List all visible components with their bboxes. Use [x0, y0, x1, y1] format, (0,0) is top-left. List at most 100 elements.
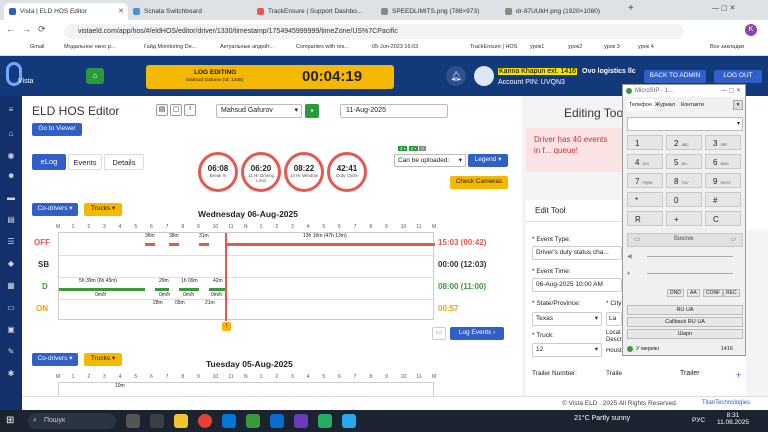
trucks-button[interactable]: Trucks ▾: [84, 203, 122, 216]
key-3[interactable]: 4 GHI: [627, 154, 663, 169]
trucks-button[interactable]: Trucks ▾: [84, 353, 122, 366]
key-12[interactable]: R: [627, 211, 663, 226]
bookmark-item[interactable]: TrackEnsure | HOS: [470, 44, 517, 50]
app-icon[interactable]: [246, 414, 260, 428]
landscape-widget-icon[interactable]: [126, 414, 140, 428]
current-position-marker[interactable]: [225, 233, 227, 321]
note-icon[interactable]: ▢: [170, 104, 182, 116]
new-tab-icon[interactable]: +: [628, 3, 634, 14]
driver-select[interactable]: Mahsud Gafurov ▾: [216, 104, 302, 118]
elog-grid[interactable]: 36m 38m 31m 13h 16m (47h 13m) 5h 39m (6h…: [58, 232, 435, 321]
camera-icon[interactable]: ⌂: [86, 68, 104, 84]
key-0[interactable]: 1: [627, 135, 663, 150]
location-icon[interactable]: ◆: [7, 260, 15, 268]
user-avatar[interactable]: [474, 66, 494, 86]
state-select[interactable]: Texas ▾: [532, 312, 602, 326]
conf-button[interactable]: CONF: [703, 289, 724, 297]
key-1[interactable]: 2 ABC: [666, 135, 702, 150]
lock-icon[interactable]: ▪: [305, 104, 319, 118]
callback-button[interactable]: Callback RU UA: [627, 317, 743, 327]
key-14[interactable]: C: [705, 211, 741, 226]
co-drivers-button[interactable]: Co-drivers ▾: [32, 353, 78, 366]
aa-button[interactable]: AA: [687, 289, 700, 297]
video-icon[interactable]: ▭: [634, 235, 641, 243]
edge-icon[interactable]: [222, 414, 236, 428]
speaker-volume[interactable]: ◀: [627, 253, 743, 261]
date-input[interactable]: 11-Aug-2025: [340, 104, 448, 118]
go-to-viewer-button[interactable]: Go to Viewer: [32, 123, 82, 136]
comment-icon[interactable]: ▭: [432, 327, 446, 340]
id-card-icon[interactable]: ▭: [7, 304, 15, 312]
windows-start-icon[interactable]: ⊞: [6, 415, 18, 427]
bookmark-item[interactable]: урок1: [530, 44, 544, 50]
profile-avatar[interactable]: K: [745, 24, 757, 36]
location-input[interactable]: Houston, TX, US: [606, 348, 622, 358]
window-controls[interactable]: — ▢ ✕: [721, 85, 741, 97]
reload-icon[interactable]: ⟳: [38, 24, 46, 35]
driving-segment[interactable]: [155, 288, 169, 291]
app-icon[interactable]: [294, 414, 308, 428]
mic-volume[interactable]: ♦: [627, 270, 743, 278]
dial-input[interactable]: ▾: [627, 117, 743, 131]
file-explorer-icon[interactable]: [174, 414, 188, 428]
users-icon[interactable]: ☻: [7, 172, 15, 180]
legend-button[interactable]: Legend ▾: [468, 154, 508, 167]
report-icon[interactable]: ▦: [7, 282, 15, 290]
elog-grid[interactable]: 10m: [58, 382, 434, 396]
tab-trackensure[interactable]: TrackEnsure | Support Dashbo...: [252, 3, 376, 20]
menu-dropdown-icon[interactable]: ▾: [733, 100, 743, 110]
driving-segment[interactable]: [209, 288, 225, 291]
list-icon[interactable]: ☰: [7, 238, 15, 246]
key-9[interactable]: *: [627, 192, 663, 207]
globe-icon[interactable]: ◉: [7, 152, 15, 160]
home-icon[interactable]: ⌂: [7, 130, 15, 138]
back-to-admin-button[interactable]: BACK TO ADMIN: [644, 70, 706, 83]
tab-details[interactable]: Details: [104, 154, 144, 170]
tab-speedlimits[interactable]: SPEEDLIMITS.png (788×973): [376, 3, 500, 20]
phone-app-icon[interactable]: [318, 414, 332, 428]
key-13[interactable]: +: [666, 211, 702, 226]
tab-phone[interactable]: Телефон: [627, 99, 654, 111]
key-11[interactable]: #: [705, 192, 741, 207]
driving-segment[interactable]: [179, 288, 199, 291]
off-segment[interactable]: [225, 243, 435, 246]
key-2[interactable]: 3 DEF: [705, 135, 741, 150]
clock[interactable]: 8:31 11.08.2025: [716, 412, 750, 426]
language-indicator[interactable]: РУС: [692, 417, 705, 424]
url-input[interactable]: vistaeld.com/app/hos/#/eldHOS/editor/dri…: [64, 24, 684, 39]
tab-vista[interactable]: Vista | ELD HOS Editor ✕: [4, 3, 128, 20]
key-4[interactable]: 5 JKL: [666, 154, 702, 169]
forward-arrow-icon[interactable]: →: [22, 24, 31, 34]
logout-button[interactable]: LOG OUT: [714, 70, 762, 83]
window-controls[interactable]: — ▢ ✕: [712, 4, 735, 12]
tab-journal[interactable]: Журнал: [655, 99, 675, 111]
chrome-icon[interactable]: [198, 414, 212, 428]
tab-events[interactable]: Events: [68, 154, 102, 170]
co-drivers-button[interactable]: Co-drivers ▾: [32, 203, 78, 216]
add-trailer-icon[interactable]: +: [736, 370, 741, 380]
truck-select[interactable]: 12 ▾: [532, 343, 602, 357]
bookmark-item[interactable]: урок 3: [604, 44, 620, 50]
tab-image[interactable]: dr-87UUkH.png (1920×1080): [500, 3, 624, 20]
info-icon[interactable]: i: [184, 104, 196, 116]
task-view-icon[interactable]: [150, 414, 164, 428]
log-events-button[interactable]: Log Events ›: [450, 327, 504, 340]
key-8[interactable]: 9 WXYZ: [705, 173, 741, 188]
key-6[interactable]: 7 PQRS: [627, 173, 663, 188]
off-segment[interactable]: [199, 243, 209, 246]
tab-switchboard[interactable]: Scnata Switchboard: [128, 3, 252, 20]
off-segment[interactable]: [145, 243, 155, 246]
tab-contacts[interactable]: Контакти: [681, 99, 704, 111]
bookmark-item[interactable]: Модальное окно р...: [64, 44, 115, 50]
sharp-button[interactable]: Шарп: [627, 329, 743, 339]
truck-icon[interactable]: ▬: [7, 194, 15, 202]
bookmark-item[interactable]: Все закладки: [710, 44, 744, 50]
message-icon[interactable]: ▱: [731, 235, 736, 243]
telegram-icon[interactable]: [342, 414, 356, 428]
bell-icon[interactable]: 🔔︎: [446, 66, 466, 86]
check-cameras-button[interactable]: Check Cameras: [450, 176, 508, 189]
mail-icon[interactable]: [270, 414, 284, 428]
city-input[interactable]: La F: [606, 312, 622, 326]
bookmark-item[interactable]: Актуальные апдейт...: [220, 44, 274, 50]
rec-button[interactable]: REC: [723, 289, 740, 297]
